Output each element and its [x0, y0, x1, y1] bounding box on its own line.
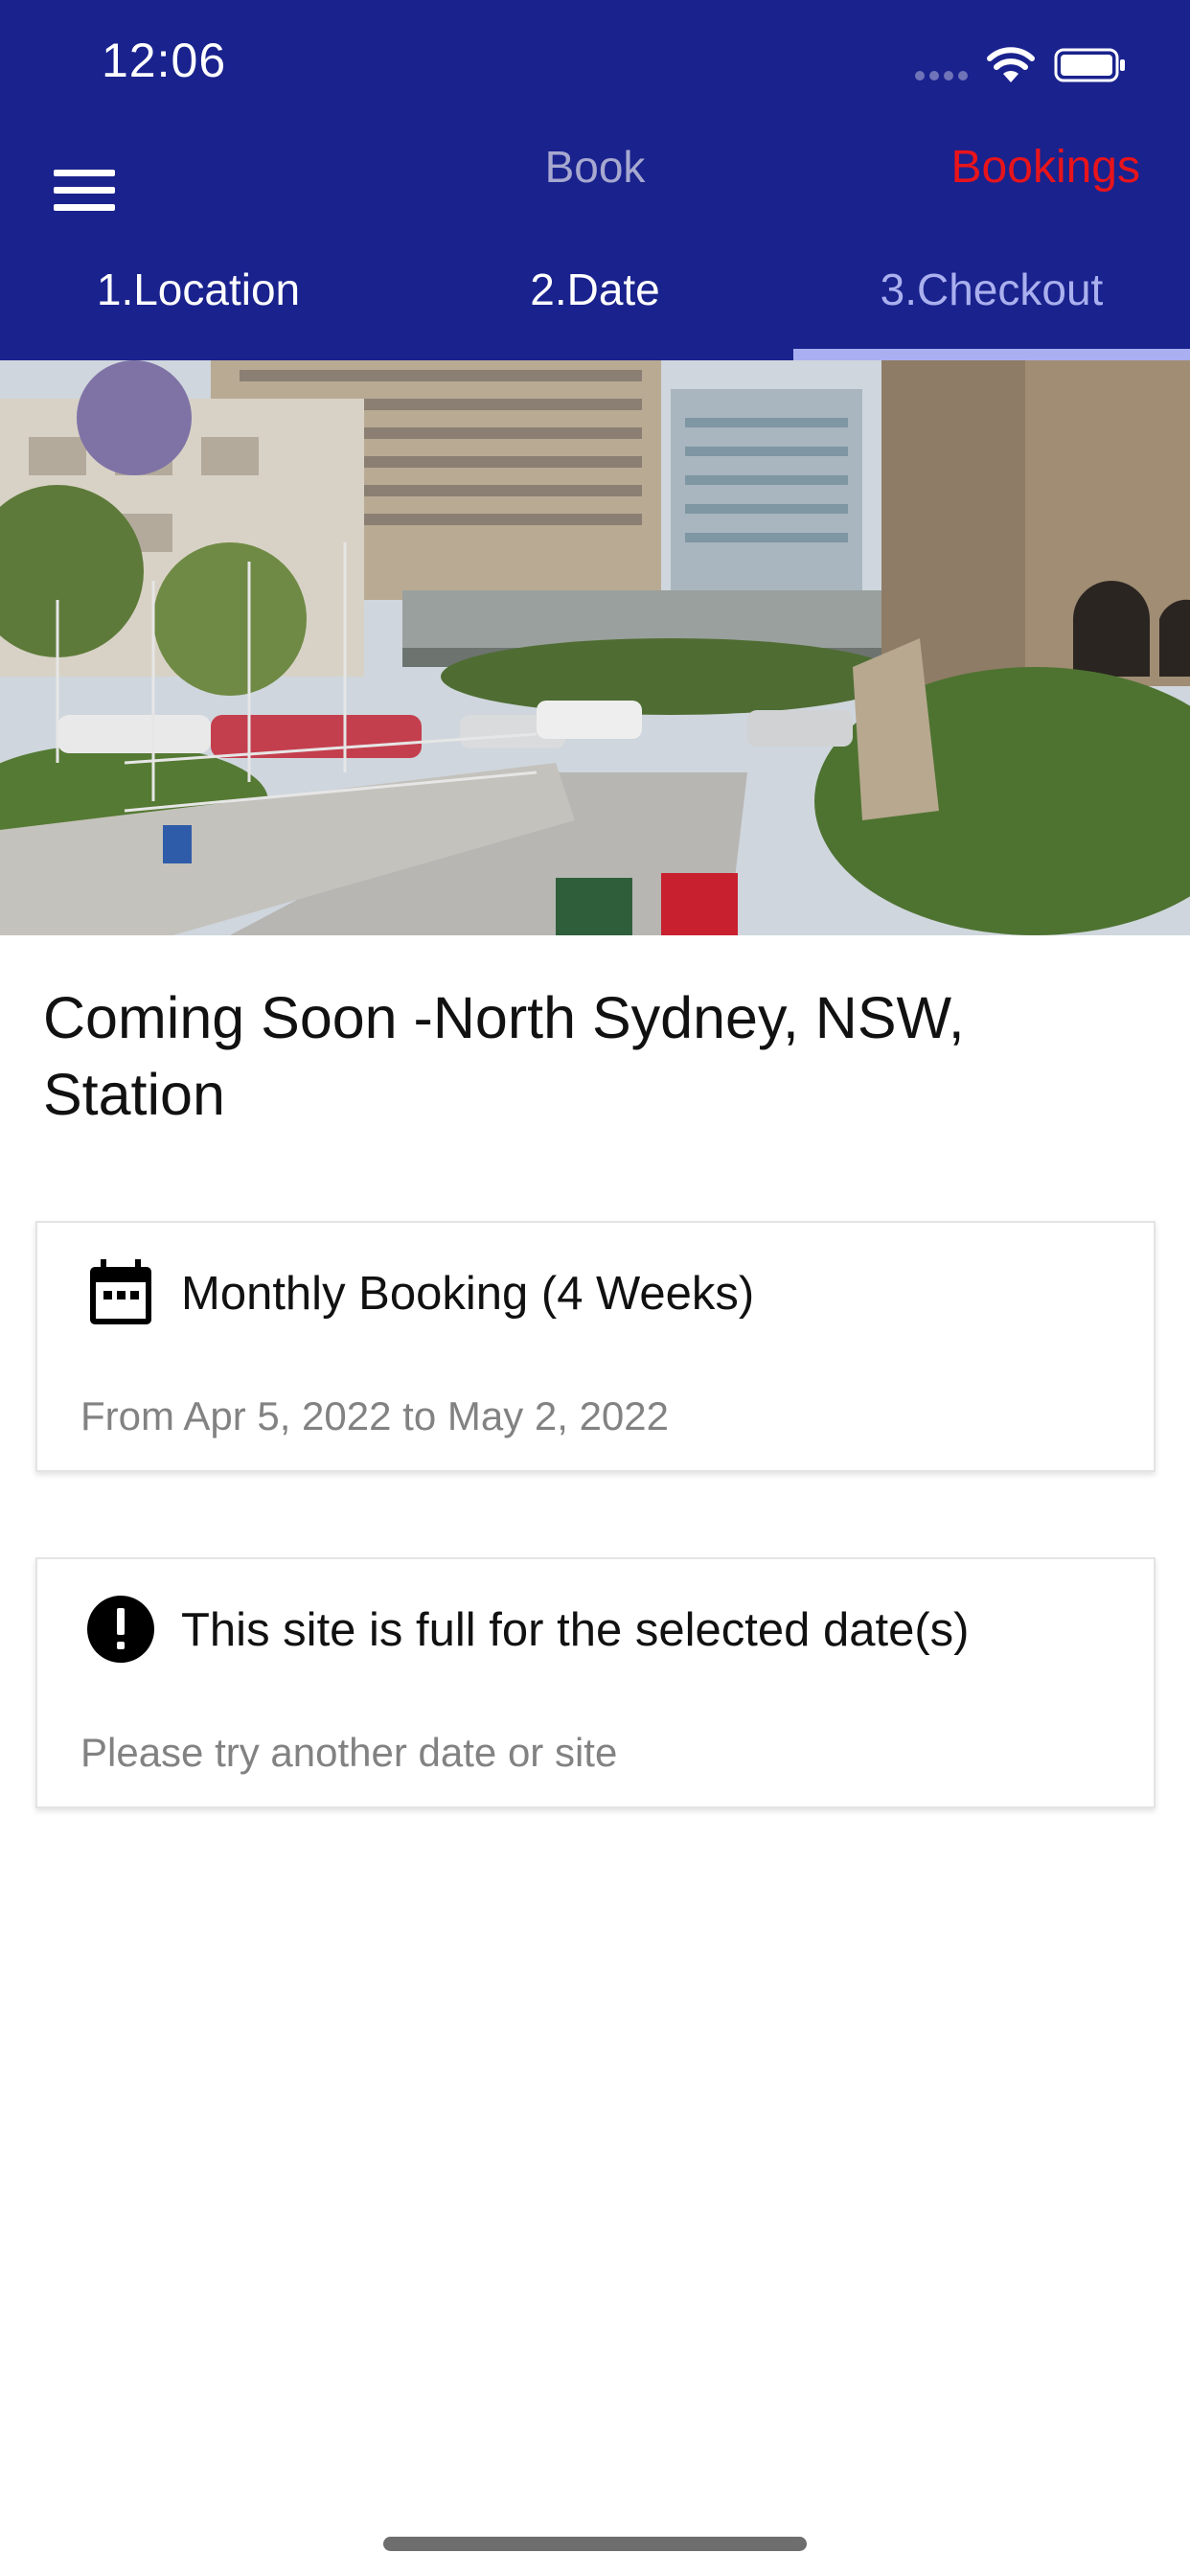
battery-icon — [1054, 48, 1127, 82]
tab-date[interactable]: 2.Date — [397, 242, 793, 360]
booking-summary-card: Monthly Booking (4 Weeks) From Apr 5, 20… — [35, 1221, 1156, 1472]
site-photo — [0, 360, 1190, 935]
app-header: 12:06 Book Bookings 1.Location 2.Date 3.… — [0, 0, 1190, 360]
tab-checkout[interactable]: 3.Checkout — [793, 242, 1190, 360]
active-tab-indicator — [793, 349, 1190, 360]
cellular-signal-icon — [915, 71, 971, 82]
wifi-icon — [987, 46, 1035, 84]
booking-date-range: From Apr 5, 2022 to May 2, 2022 — [80, 1393, 670, 1438]
alert-title: This site is full for the selected date(… — [181, 1604, 970, 1656]
bookings-link[interactable]: Bookings — [951, 141, 1140, 194]
site-full-alert-card: This site is full for the selected date(… — [35, 1557, 1156, 1808]
alert-message: Please try another date or site — [80, 1730, 618, 1775]
calendar-icon — [85, 1257, 156, 1328]
status-bar: 12:06 — [0, 0, 1190, 129]
tab-location[interactable]: 1.Location — [0, 242, 397, 360]
top-app-bar: Book Bookings — [0, 129, 1190, 235]
status-time: 12:06 — [102, 34, 227, 87]
site-title: Coming Soon -North Sydney, NSW, Station — [43, 985, 965, 1127]
alert-circle-icon — [85, 1594, 156, 1665]
checkout-steps-tabs: 1.Location 2.Date 3.Checkout — [0, 242, 1190, 360]
checkout-screen: 12:06 Book Bookings 1.Location 2.Date 3.… — [0, 0, 1190, 2576]
booking-type-label: Monthly Booking (4 Weeks) — [181, 1268, 755, 1320]
home-indicator[interactable] — [383, 2537, 807, 2551]
